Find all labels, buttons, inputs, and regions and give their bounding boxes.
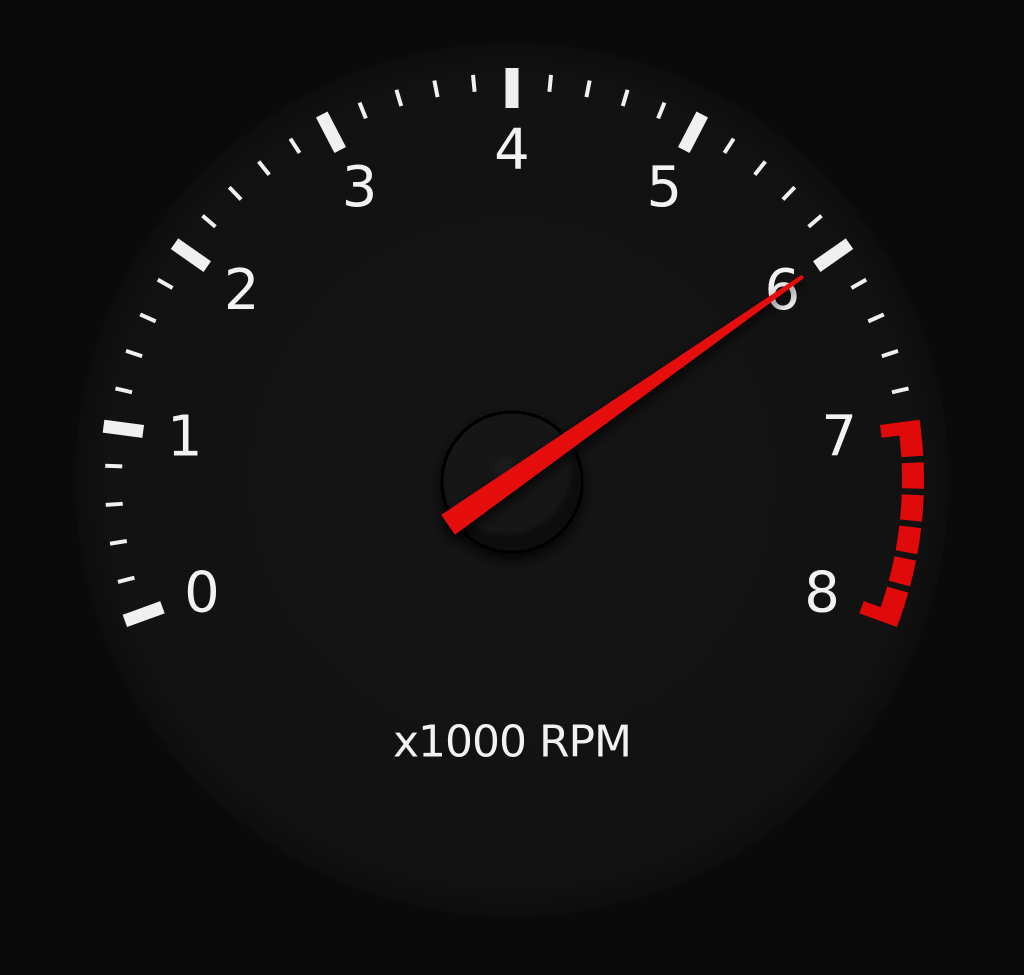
minor-tick [109,539,128,546]
minor-tick [547,74,554,92]
scale-label-8: 8 [804,560,840,625]
redline-segment [898,426,924,458]
scale-label-5: 5 [647,155,683,220]
scale-label-7: 7 [821,404,857,469]
scale-label-0: 0 [184,560,220,625]
redline-segment [895,525,922,555]
major-tick [102,419,145,438]
minor-tick [105,501,123,507]
scale-label-2: 2 [224,258,260,323]
scale-label-1: 1 [167,404,203,469]
redline-segment [900,494,924,522]
unit-label: x1000 RPM [393,717,631,768]
scale-label-4: 4 [494,118,530,183]
minor-tick [470,74,477,92]
scale-label-3: 3 [342,155,378,220]
redline-segment [901,462,924,489]
tachometer-gauge: 0 1 2 3 4 5 6 7 8 x1000 RPM [0,0,1024,975]
minor-tick [105,463,123,469]
